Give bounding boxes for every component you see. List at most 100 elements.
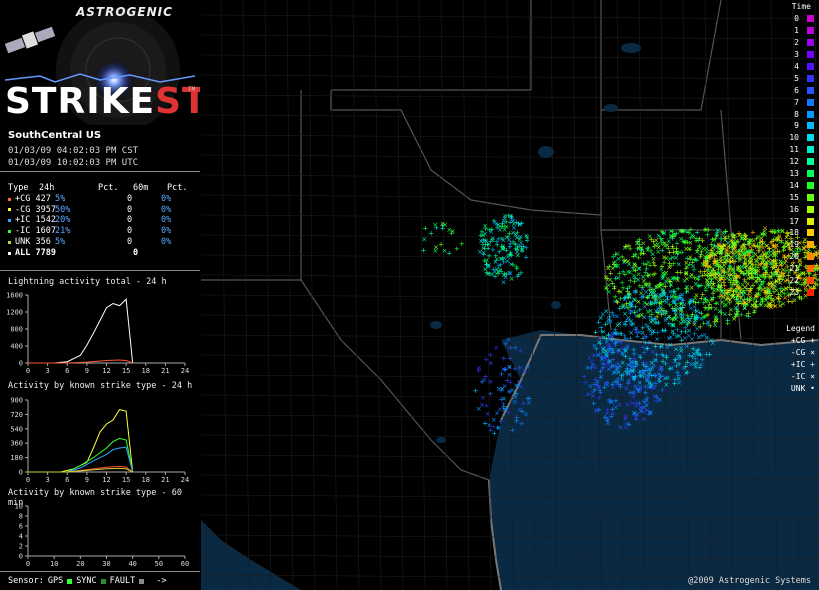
map-canvas[interactable]: ×+ ++×++××+××××××++××+××++×××+++++++×++× +…: [201, 0, 819, 590]
time-scale-row: 2: [779, 37, 819, 49]
stat-pct-24h: 5%: [55, 194, 92, 205]
strike-mark: +: [705, 226, 711, 234]
strike-mark: ×: [666, 335, 672, 343]
strike-mark: +: [680, 296, 686, 304]
strike-mark: ×: [654, 319, 660, 327]
strike-mark: +: [525, 394, 531, 402]
time-scale-label: 8: [794, 110, 799, 119]
strike-mark: +: [503, 405, 509, 413]
time-scale-row: 18: [779, 227, 819, 239]
stat-pct-60m: 0%: [161, 226, 171, 237]
strike-mark: +: [761, 278, 767, 286]
strike-mark: ×: [625, 401, 631, 409]
time-scale-row: 12: [779, 156, 819, 168]
strike-mark: ×: [683, 270, 689, 278]
strike-mark: +: [602, 354, 608, 362]
strike-mark: ×: [616, 255, 622, 263]
time-scale-swatch: [807, 229, 814, 237]
strike-mark: +: [499, 370, 505, 378]
time-scale-row: 11: [779, 144, 819, 156]
strike-mark: ×: [664, 255, 670, 263]
stat-count-24h: 356: [35, 237, 50, 248]
strike-mark: ×: [737, 287, 743, 295]
strike-mark: +: [671, 248, 677, 256]
strike-mark: +: [501, 355, 507, 363]
legend-symbol: ×: [810, 372, 815, 381]
type-color-dot: [8, 208, 11, 212]
strike-mark: +: [505, 233, 511, 241]
strike-mark: +: [677, 305, 683, 313]
strike-mark: +: [673, 356, 679, 364]
strike-mark: +: [610, 355, 616, 363]
x-tick-label: 12: [102, 476, 110, 484]
strike-mark: +: [606, 396, 612, 404]
strike-mark: +: [672, 307, 678, 315]
strike-mark: ×: [517, 235, 523, 243]
sensor-status: Sensor: GPS SYNC FAULT ->: [8, 576, 167, 586]
y-tick-label: 1600: [6, 292, 23, 300]
strike-mark: ×: [507, 371, 513, 379]
lightning-map[interactable]: × + + + × + + × × + × × × × × × + + × × + × × + + × × × + + + + + + + × + + × +…: [201, 0, 819, 590]
stat-count-24h: 1607: [35, 226, 55, 237]
x-tick-label: 0: [26, 476, 30, 484]
strike-mark: ×: [682, 227, 688, 235]
y-tick-label: 540: [10, 425, 23, 433]
strike-mark: ×: [664, 315, 670, 323]
strike-mark: +: [604, 379, 610, 387]
stat-pct-60m: 0%: [161, 215, 171, 226]
strike-mark: ×: [494, 409, 500, 417]
strike-mark: +: [488, 426, 494, 434]
time-scale-label: 22: [789, 276, 799, 285]
strike-mark: ×: [642, 333, 648, 341]
logo-text: STRIKESTAR: [5, 84, 200, 120]
all-count-24h: 7789: [35, 248, 55, 259]
time-scale-label: 20: [789, 252, 799, 261]
strike-mark: +: [486, 252, 492, 260]
y-tick-label: 4: [19, 533, 23, 541]
y-tick-label: 800: [10, 326, 23, 334]
utc-time: 01/03/09 10:02:03 PM UTC: [8, 158, 138, 168]
time-scale-swatch: [807, 217, 814, 225]
strike-mark: +: [631, 393, 637, 401]
stats-header: Type 24h Pct. 60m Pct.: [8, 183, 187, 194]
time-scale-swatch: [807, 15, 814, 23]
strike-mark: +: [488, 351, 494, 359]
strike-mark: ×: [605, 419, 611, 427]
total-activity-chart: 0 400 800 1200 1600 0 3 6 9 12 15 18 21 24: [6, 292, 189, 376]
next-arrow[interactable]: ->: [156, 576, 166, 586]
strike-mark: +: [610, 409, 616, 417]
series-line: [28, 298, 134, 364]
strike-mark: +: [742, 260, 748, 268]
x-tick-label: 10: [50, 560, 58, 568]
strike-mark: +: [597, 394, 603, 402]
strike-mark: ×: [433, 244, 439, 252]
strike-mark: ×: [698, 361, 704, 369]
strike-mark: +: [603, 320, 609, 328]
time-scale-swatch: [807, 265, 814, 273]
strike-mark: ×: [485, 410, 491, 418]
strike-mark: +: [654, 394, 660, 402]
strike-mark: ×: [638, 244, 644, 252]
x-tick-label: 60: [181, 560, 189, 568]
strike-mark: ×: [518, 383, 524, 391]
legend-title: Legend: [786, 323, 815, 335]
legend-symbol: ×: [810, 348, 815, 357]
strike-mark: +: [653, 380, 659, 388]
stat-count-60m: 0: [127, 237, 153, 248]
strike-mark: +: [674, 230, 680, 238]
chart-title-type24: Activity by known strike type - 24 h: [8, 381, 192, 391]
y-tick-label: 0: [19, 553, 23, 561]
time-scale-row: 9: [779, 120, 819, 132]
time-scale-row: 13: [779, 168, 819, 180]
time-scale-swatch: [807, 181, 814, 189]
strike-mark: +: [494, 224, 500, 232]
time-scale-swatch: [807, 63, 814, 70]
strike-mark: ×: [753, 293, 759, 301]
strike-mark: ×: [633, 327, 639, 335]
time-scale-row: 15: [779, 191, 819, 203]
strike-mark: ×: [766, 258, 772, 266]
time-scale-row: 0: [779, 13, 819, 25]
strike-mark: +: [422, 225, 428, 233]
header-pct-60m: Pct.: [167, 183, 187, 194]
strike-mark: +: [513, 263, 519, 271]
